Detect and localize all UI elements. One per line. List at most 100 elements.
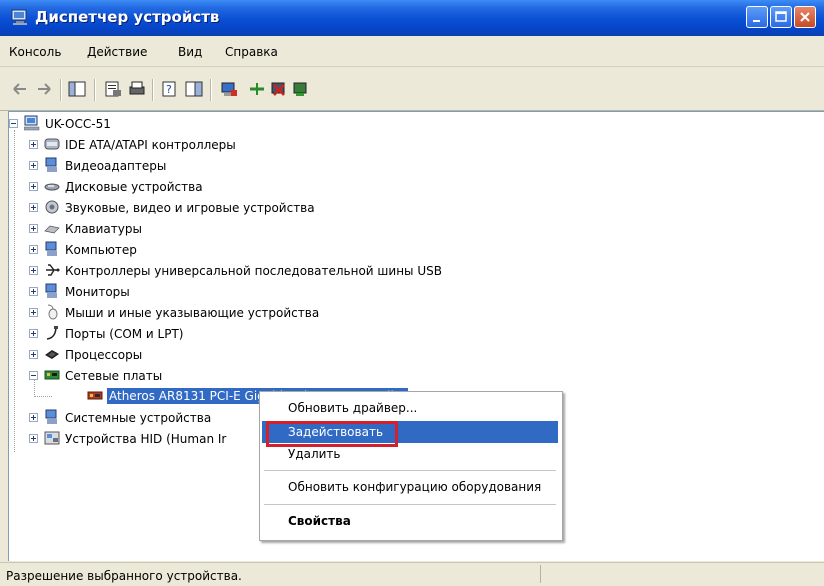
expand-toggle[interactable] <box>29 308 38 317</box>
expand-toggle[interactable] <box>29 434 38 443</box>
title-bar[interactable]: Диспетчер устройств <box>0 0 824 36</box>
menu-separator <box>264 504 556 505</box>
root-label: UK-OCC-51 <box>45 117 111 131</box>
tree-item[interactable]: Звуковые, видео и игровые устройства <box>29 199 729 217</box>
tree-item[interactable]: Видеоадаптеры <box>29 157 729 175</box>
tree-item[interactable]: Контроллеры универсальной последовательн… <box>29 262 729 280</box>
properties-icon[interactable] <box>104 81 122 97</box>
expand-toggle[interactable] <box>29 245 38 254</box>
minimize-button[interactable] <box>746 6 768 28</box>
tree-item[interactable]: Процессоры <box>29 346 729 364</box>
tree-item[interactable]: Дисковые устройства <box>29 178 729 196</box>
console-tree-icon[interactable] <box>68 81 86 97</box>
collapse-toggle[interactable] <box>9 119 18 128</box>
menu-help[interactable]: Справка <box>225 45 278 59</box>
computer-icon <box>45 241 57 256</box>
menu-view[interactable]: Вид <box>178 45 202 59</box>
status-bar: Разрешение выбранного устройства. <box>0 562 824 586</box>
toolbar-separator <box>60 79 62 101</box>
help-icon[interactable]: ? <box>161 81 179 97</box>
disable-icon[interactable] <box>270 81 288 97</box>
tree-line <box>34 396 52 397</box>
close-icon <box>800 12 810 22</box>
device-manager-icon <box>11 9 27 25</box>
expand-toggle[interactable] <box>29 140 38 149</box>
expand-toggle[interactable] <box>29 182 38 191</box>
forward-arrow-icon[interactable] <box>35 81 53 97</box>
tree-item[interactable]: Компьютер <box>29 241 729 259</box>
print-icon[interactable] <box>128 81 146 97</box>
processor-icon <box>45 350 59 359</box>
item-label: Мыши и иные указывающие устройства <box>65 306 320 320</box>
menu-console[interactable]: Консоль <box>9 45 61 59</box>
device-manager-window: Диспетчер устройств Консоль Действие Вид… <box>0 0 824 586</box>
menu-item-label: Свойства <box>288 514 351 528</box>
uninstall-icon[interactable] <box>248 81 266 97</box>
toolbar: ? <box>0 67 824 111</box>
monitor-icon <box>45 283 57 298</box>
menu-item-label: Обновить драйвер... <box>288 401 418 415</box>
expand-toggle[interactable] <box>29 287 38 296</box>
system-device-icon <box>45 409 57 424</box>
expand-toggle[interactable] <box>29 266 38 275</box>
item-label: IDE ATA/ATAPI контроллеры <box>65 138 236 152</box>
svg-text:?: ? <box>166 83 172 96</box>
item-label: Мониторы <box>65 285 130 299</box>
menu-properties[interactable]: Свойства <box>262 510 558 532</box>
enable-icon[interactable] <box>292 81 310 97</box>
menu-update-driver[interactable]: Обновить драйвер... <box>262 397 558 419</box>
tree-item[interactable]: Мониторы <box>29 283 729 301</box>
expand-toggle[interactable] <box>29 203 38 212</box>
maximize-icon <box>775 11 787 22</box>
hid-device-icon <box>44 431 60 445</box>
tree-item[interactable]: Устройства HID (Human Ir <box>29 430 289 448</box>
disk-drive-icon <box>44 183 60 191</box>
item-label: Дисковые устройства <box>65 180 203 194</box>
item-label: Видеоадаптеры <box>65 159 167 173</box>
show-hide-icon[interactable] <box>185 81 203 97</box>
item-label: Клавиатуры <box>65 222 142 236</box>
window-title: Диспетчер устройств <box>35 8 220 26</box>
port-icon <box>46 325 58 340</box>
toolbar-separator <box>152 79 154 101</box>
sound-device-icon <box>45 200 59 214</box>
tree-root-node[interactable]: UK-OCC-51 <box>9 115 309 133</box>
tree-item[interactable]: Клавиатуры <box>29 220 729 238</box>
update-driver-icon[interactable] <box>220 81 238 97</box>
highlight-callout-box <box>266 421 398 447</box>
back-arrow-icon[interactable] <box>11 81 29 97</box>
item-label: Устройства HID (Human Ir <box>65 432 227 446</box>
expand-toggle[interactable] <box>29 224 38 233</box>
toolbar-separator <box>94 79 96 101</box>
status-pane <box>540 565 821 583</box>
usb-icon <box>46 264 60 276</box>
tree-item[interactable]: IDE ATA/ATAPI контроллеры <box>29 136 729 154</box>
close-button[interactable] <box>794 6 816 28</box>
computer-icon <box>24 115 40 131</box>
item-label: Процессоры <box>65 348 143 362</box>
menu-action[interactable]: Действие <box>87 45 147 59</box>
expand-toggle[interactable] <box>29 329 38 338</box>
item-label: Сетевые платы <box>65 369 163 383</box>
menu-item-label: Удалить <box>288 447 341 461</box>
context-menu: Обновить драйвер... Задействовать Удалит… <box>259 391 563 541</box>
menu-item-label: Обновить конфигурацию оборудования <box>288 480 542 494</box>
item-label: Звуковые, видео и игровые устройства <box>65 201 315 215</box>
item-label: Порты (COM и LPT) <box>65 327 184 341</box>
network-card-icon <box>87 391 103 400</box>
collapse-toggle[interactable] <box>29 371 38 380</box>
network-adapter-icon <box>44 370 60 380</box>
minimize-icon <box>753 20 760 22</box>
status-text: Разрешение выбранного устройства. <box>6 569 242 583</box>
expand-toggle[interactable] <box>29 350 38 359</box>
menu-scan-hardware[interactable]: Обновить конфигурацию оборудования <box>262 476 558 498</box>
maximize-button[interactable] <box>770 6 792 28</box>
tree-item[interactable]: Порты (COM и LPT) <box>29 325 729 343</box>
menu-bar: Консоль Действие Вид Справка <box>0 36 824 67</box>
tree-item-expanded[interactable]: Сетевые платы <box>29 367 729 385</box>
keyboard-icon <box>44 225 60 234</box>
tree-item[interactable]: Мыши и иные указывающие устройства <box>29 304 729 322</box>
expand-toggle[interactable] <box>29 161 38 170</box>
expand-toggle[interactable] <box>29 413 38 422</box>
toolbar-separator <box>210 79 212 101</box>
